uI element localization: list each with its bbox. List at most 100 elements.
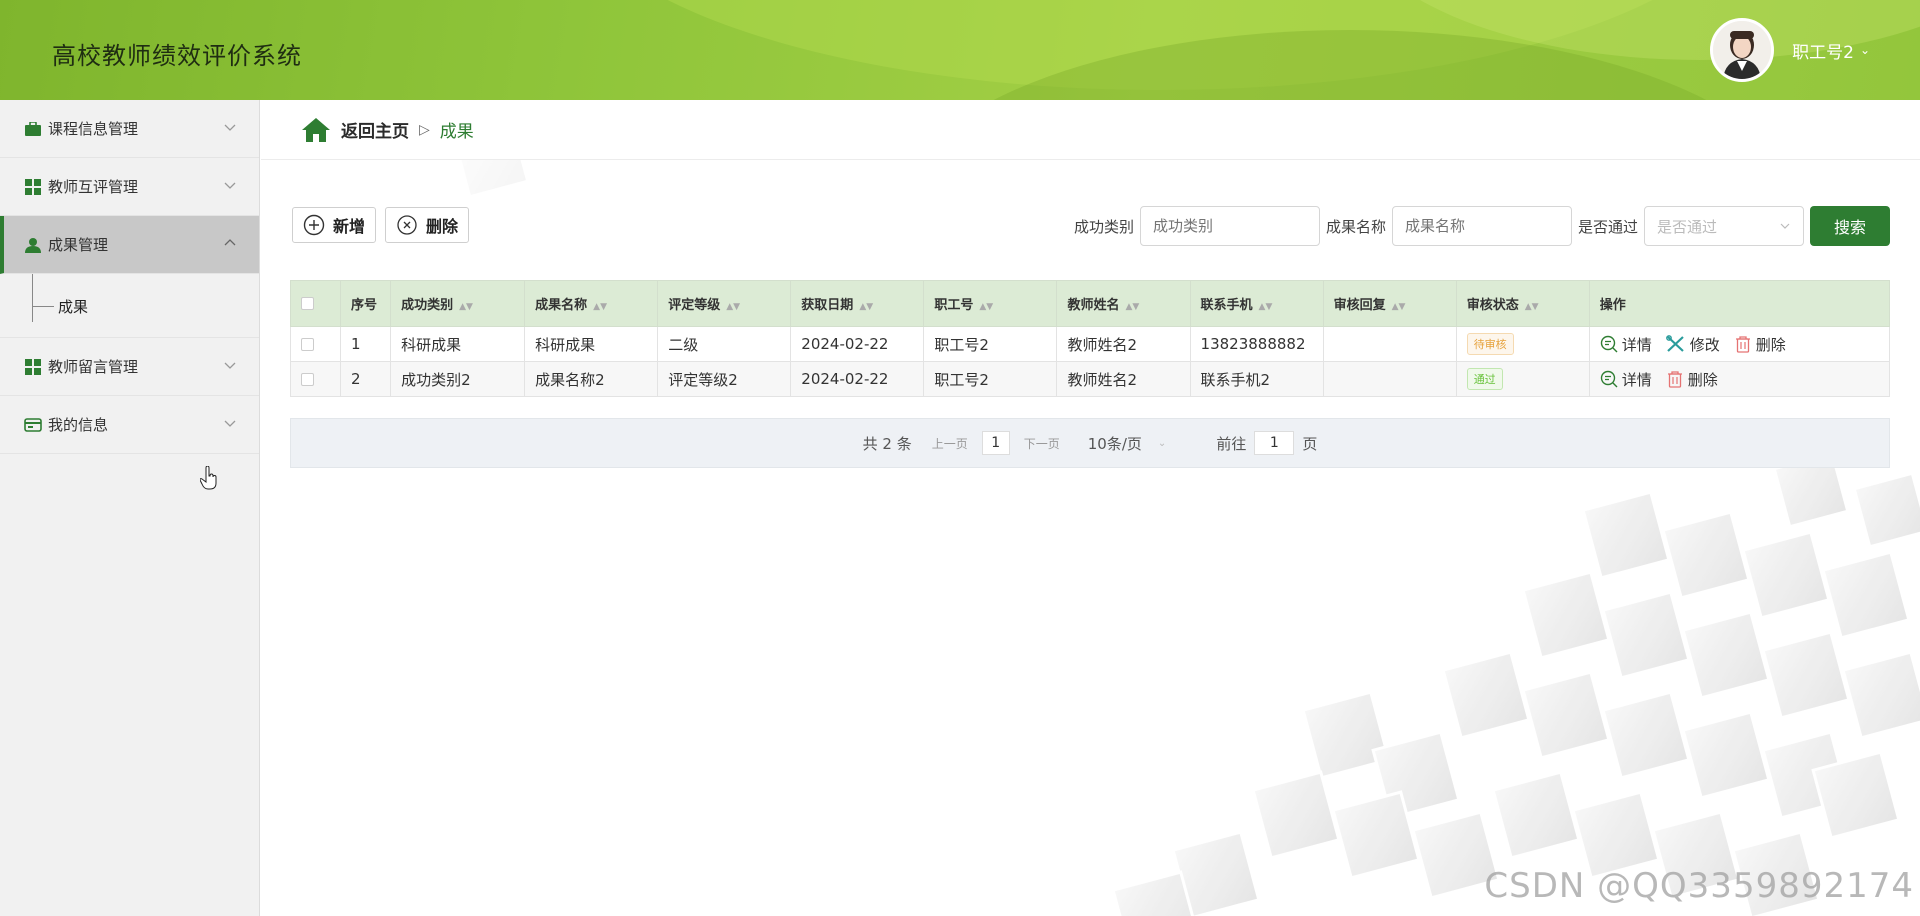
grid-icon (24, 178, 42, 196)
cell-category: 科研成果 (390, 326, 526, 362)
trash-icon (1667, 371, 1682, 388)
main-content: 返回主页 ▷ 成果 新增 删除 成功类别 成果名称 是否通过 是否通过 搜索 (261, 100, 1920, 916)
column-header[interactable]: 审核状态 ▲▼ (1455, 280, 1590, 327)
user-menu[interactable]: 职工号2 ⌄ (1710, 18, 1870, 82)
detail-button[interactable]: 详情 (1600, 334, 1652, 355)
delete-row-button[interactable]: 删除 (1666, 369, 1718, 390)
cell-date: 2024-02-22 (790, 326, 925, 362)
next-page-button[interactable]: 下一页 (1024, 435, 1060, 452)
close-circle-icon (397, 215, 417, 235)
category-search-input[interactable] (1139, 206, 1320, 246)
trash-icon (1735, 336, 1750, 353)
column-header[interactable]: 职工号 ▲▼ (923, 280, 1058, 327)
detail-button[interactable]: 详情 (1600, 369, 1652, 390)
sidebar-item-peer-review[interactable]: 教师互评管理 (0, 158, 259, 216)
avatar[interactable] (1710, 18, 1775, 82)
cell-status: 待审核 (1455, 326, 1590, 362)
user-name: 职工号2 (1792, 42, 1854, 63)
passed-select[interactable]: 是否通过 (1644, 206, 1804, 246)
add-button[interactable]: 新增 (292, 207, 377, 243)
breadcrumb-separator: ▷ (419, 121, 430, 138)
cell-grade: 二级 (657, 326, 792, 362)
top-header: 高校教师绩效评价系统 职工号2 ⌄ (0, 0, 1920, 100)
cell-staff-no: 职工号2 (923, 361, 1058, 397)
watermark: CSDN @QQ3359892174 (1484, 866, 1914, 906)
id-card-icon (24, 416, 42, 434)
search-button[interactable]: 搜索 (1810, 206, 1890, 246)
grid-icon (24, 358, 42, 376)
delete-button-label: 删除 (426, 217, 459, 236)
cell-status: 通过 (1455, 361, 1590, 397)
submenu-item-achievement[interactable]: 成果 (0, 274, 259, 338)
delete-row-button[interactable]: 删除 (1734, 334, 1786, 355)
page-size-value: 10条/页 (1087, 434, 1142, 453)
column-header[interactable]: 评定等级 ▲▼ (657, 280, 792, 327)
current-page-button[interactable]: 1 (981, 431, 1010, 455)
column-header[interactable]: 获取日期 ▲▼ (790, 280, 925, 327)
select-all-checkbox[interactable] (301, 297, 314, 310)
sidebar-item-course-info[interactable]: 课程信息管理 (0, 100, 259, 158)
table-header-row: 序号 成功类别 ▲▼ 成果名称 ▲▼ 评定等级 ▲▼ 获取日期 ▲▼ 职工号 ▲▼ 教师姓… (289, 280, 1891, 327)
chevron-down-icon (224, 362, 236, 369)
chevron-down-icon (224, 420, 236, 427)
sort-icon[interactable]: ▲▼ (593, 302, 607, 312)
sort-icon[interactable]: ▲▼ (979, 302, 993, 312)
home-icon[interactable] (301, 117, 331, 143)
sort-icon[interactable]: ▲▼ (1392, 302, 1406, 312)
sort-icon[interactable]: ▲▼ (859, 302, 873, 312)
goto-page-input[interactable]: 1 (1254, 431, 1295, 455)
cell-category: 成功类别2 (390, 361, 526, 397)
name-search-input[interactable] (1391, 206, 1572, 246)
app-title: 高校教师绩效评价系统 (52, 42, 302, 70)
sidebar-item-label: 成果管理 (48, 236, 109, 254)
prev-page-button[interactable]: 上一页 (932, 435, 968, 452)
status-badge: 通过 (1466, 368, 1503, 390)
column-header[interactable]: 成果名称 ▲▼ (524, 280, 659, 327)
breadcrumb-current: 成果 (439, 122, 474, 142)
pagination: 共 2 条 上一页 1 下一页 10条/页 ⌄ 前往 1 页 (290, 418, 1890, 468)
column-header: 序号 (340, 280, 392, 327)
sidebar-item-label: 教师留言管理 (48, 358, 139, 376)
row-checkbox[interactable] (301, 373, 314, 386)
hand-cursor-icon (200, 466, 217, 490)
user-name-dropdown[interactable]: 职工号2 ⌄ (1792, 38, 1870, 63)
cell-index: 1 (340, 326, 392, 362)
column-header[interactable]: 联系手机 ▲▼ (1189, 280, 1324, 327)
search-form: 成功类别 成果名称 是否通过 是否通过 搜索 (1074, 206, 1890, 246)
sort-icon[interactable]: ▲▼ (726, 302, 740, 312)
column-header[interactable]: 教师姓名 ▲▼ (1056, 280, 1191, 327)
cell-name: 科研成果 (524, 326, 659, 362)
sidebar-item-my-info[interactable]: 我的信息 (0, 396, 259, 454)
page-size-select[interactable]: 10条/页 ⌄ (1088, 433, 1167, 454)
detail-icon (1600, 370, 1618, 388)
chevron-down-icon (224, 182, 236, 189)
cell-ops: 详情 删除 (1588, 361, 1891, 397)
breadcrumb-home-link[interactable]: 返回主页 (341, 117, 409, 142)
sidebar-item-achievement-management[interactable]: 成果管理 (0, 216, 259, 274)
row-checkbox[interactable] (301, 338, 314, 351)
delete-button[interactable]: 删除 (385, 207, 470, 243)
detail-label: 详情 (1621, 370, 1652, 389)
sidebar-item-label: 课程信息管理 (48, 120, 139, 138)
user-icon (24, 236, 42, 254)
sort-icon[interactable]: ▲▼ (1259, 302, 1273, 312)
row-select-cell (289, 361, 342, 397)
edit-button[interactable]: 修改 (1665, 334, 1720, 355)
sidebar-item-message-management[interactable]: 教师留言管理 (0, 338, 259, 396)
sort-icon[interactable]: ▲▼ (459, 302, 473, 312)
passed-select-placeholder: 是否通过 (1657, 217, 1718, 236)
row-select-cell (289, 326, 342, 362)
chevron-down-icon: ⌄ (1859, 43, 1870, 57)
column-header[interactable]: 审核回复 ▲▼ (1322, 280, 1457, 327)
detail-icon (1600, 335, 1618, 353)
sort-icon[interactable]: ▲▼ (1525, 302, 1539, 312)
detail-label: 详情 (1621, 335, 1652, 354)
sort-icon[interactable]: ▲▼ (1125, 302, 1139, 312)
cell-teacher: 教师姓名2 (1056, 361, 1191, 397)
sidebar: 课程信息管理 教师互评管理 成果管理 成果 教师留言管理 我的信息 (0, 100, 260, 916)
column-header[interactable]: 成功类别 ▲▼ (390, 280, 526, 327)
cell-date: 2024-02-22 (790, 361, 925, 397)
search-label-passed: 是否通过 (1577, 217, 1638, 236)
avatar-portrait-icon (1713, 21, 1772, 79)
achievement-table: 序号 成功类别 ▲▼ 成果名称 ▲▼ 评定等级 ▲▼ 获取日期 ▲▼ 职工号 ▲▼ 教师姓… (289, 280, 1891, 397)
